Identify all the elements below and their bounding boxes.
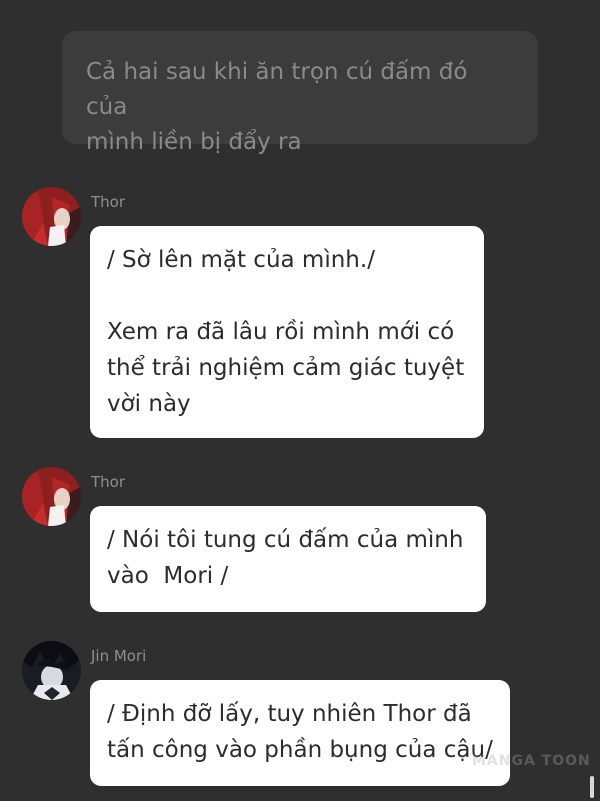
message-line: vào Mori / bbox=[107, 563, 229, 589]
message-line: / Sờ lên mặt của mình./ bbox=[107, 247, 375, 273]
sender-name: Thor bbox=[91, 473, 126, 491]
narration-line: mình liền bị đẩy ra bbox=[86, 129, 302, 155]
avatar-jin-mori[interactable] bbox=[22, 641, 81, 700]
avatar-thor[interactable] bbox=[22, 467, 81, 526]
red-hair-character-avatar-icon bbox=[22, 187, 81, 246]
watermark: MANGA TOON bbox=[472, 753, 591, 769]
message-line: / Định đỡ lấy, tuy nhiên Thor đã bbox=[107, 701, 472, 727]
sender-name: Jin Mori bbox=[91, 647, 147, 665]
message-line: vời này bbox=[107, 391, 191, 417]
red-hair-character-avatar-icon bbox=[22, 467, 81, 526]
message-line: tấn công vào phần bụng của cậu/ bbox=[107, 737, 493, 763]
message-bubble: / Định đỡ lấy, tuy nhiên Thor đã tấn côn… bbox=[90, 680, 510, 786]
narration-box: Cả hai sau khi ăn trọn cú đấm đó của mìn… bbox=[62, 31, 538, 155]
message-line: Xem ra đã lâu rồi mình mới có bbox=[107, 319, 455, 345]
message-bubble: / Sờ lên mặt của mình./ Xem ra đã lâu rồ… bbox=[90, 226, 484, 438]
message-line: thể trải nghiệm cảm giác tuyệt bbox=[107, 355, 465, 381]
sender-name: Thor bbox=[91, 193, 126, 211]
narration-line: Cả hai sau khi ăn trọn cú đấm đó của bbox=[86, 59, 468, 120]
dark-hair-character-avatar-icon bbox=[22, 641, 81, 700]
message-line: / Nói tôi tung cú đấm của mình bbox=[107, 527, 464, 553]
scrollbar-thumb[interactable] bbox=[590, 776, 594, 798]
message-bubble: / Nói tôi tung cú đấm của mình vào Mori … bbox=[90, 506, 486, 612]
avatar-thor[interactable] bbox=[22, 187, 81, 246]
